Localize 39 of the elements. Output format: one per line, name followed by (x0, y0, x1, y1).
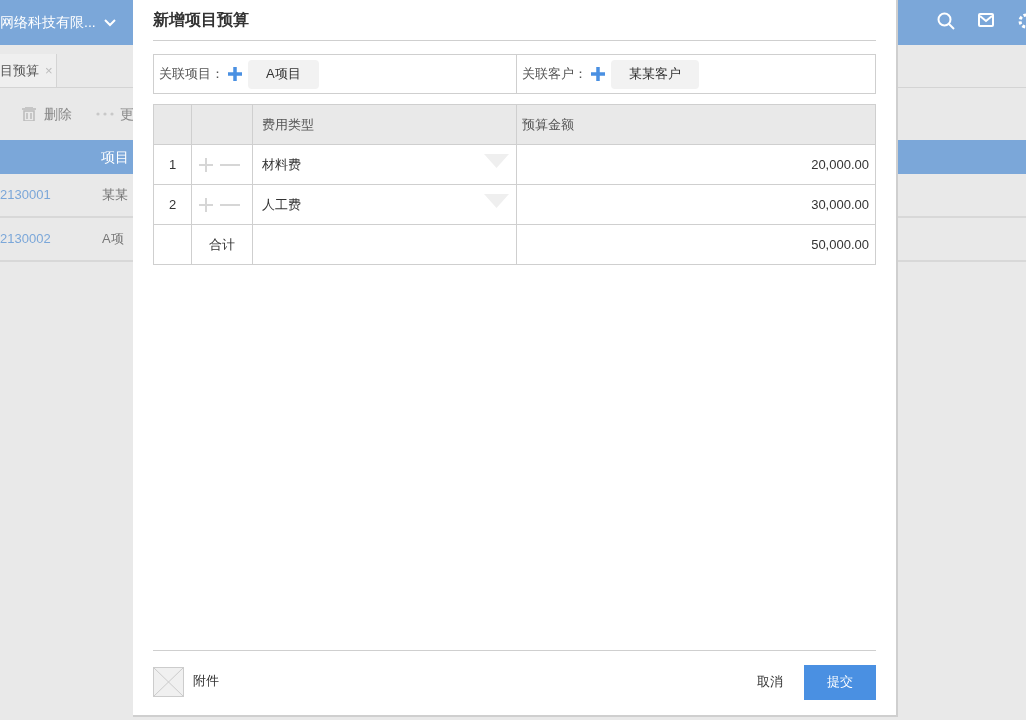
attachment-label: 附件 (193, 672, 219, 691)
company-name: 网络科技有限... (0, 13, 96, 32)
chevron-down-icon[interactable] (103, 18, 116, 27)
selected-tag[interactable]: 某某客户 (611, 59, 699, 89)
submit-button[interactable]: 提交 (804, 664, 876, 700)
column-header: 预算金额 (522, 115, 574, 134)
selected-tag[interactable]: A项目 (248, 59, 319, 89)
trash-icon (22, 107, 36, 121)
total-amount: 50,000.00 (811, 235, 869, 254)
table-cell-text: A项 (102, 230, 124, 249)
add-icon[interactable] (228, 67, 242, 81)
project-code-link[interactable]: 2130001 (0, 185, 102, 205)
project-code-link[interactable]: 2130002 (0, 229, 102, 249)
table-cell-text: 材料费 (262, 155, 301, 174)
search-icon[interactable] (937, 12, 955, 30)
delete-button[interactable]: 删除 (44, 103, 72, 125)
total-label: 合计 (209, 235, 235, 254)
column-header: 费用类型 (262, 115, 314, 134)
mail-icon[interactable] (978, 13, 994, 27)
add-row-icon[interactable] (198, 156, 214, 173)
add-icon[interactable] (591, 67, 605, 81)
table-cell-text: 某某 (102, 186, 128, 205)
table-cell-text: 人工费 (262, 195, 301, 214)
column-header: 项目 (101, 147, 129, 167)
table-cell-text: 30,000.00 (811, 195, 869, 214)
remove-row-icon[interactable] (220, 203, 240, 206)
row-number: 1 (168, 155, 177, 174)
table-cell-text: 20,000.00 (811, 155, 869, 174)
dialog-title: 新增项目预算 (153, 10, 249, 30)
more-button[interactable]: 更 (120, 103, 134, 125)
attachment-placeholder-icon[interactable] (153, 667, 184, 697)
tab[interactable]: 目预算 × (0, 54, 57, 87)
field-label: 关联项目： (159, 65, 224, 84)
remove-row-icon[interactable] (220, 163, 240, 166)
field-label: 关联客户： (522, 65, 587, 84)
cancel-button[interactable]: 取消 (757, 672, 783, 692)
add-row-icon[interactable] (198, 196, 214, 213)
more-icon (96, 112, 114, 116)
row-number: 2 (168, 195, 177, 214)
